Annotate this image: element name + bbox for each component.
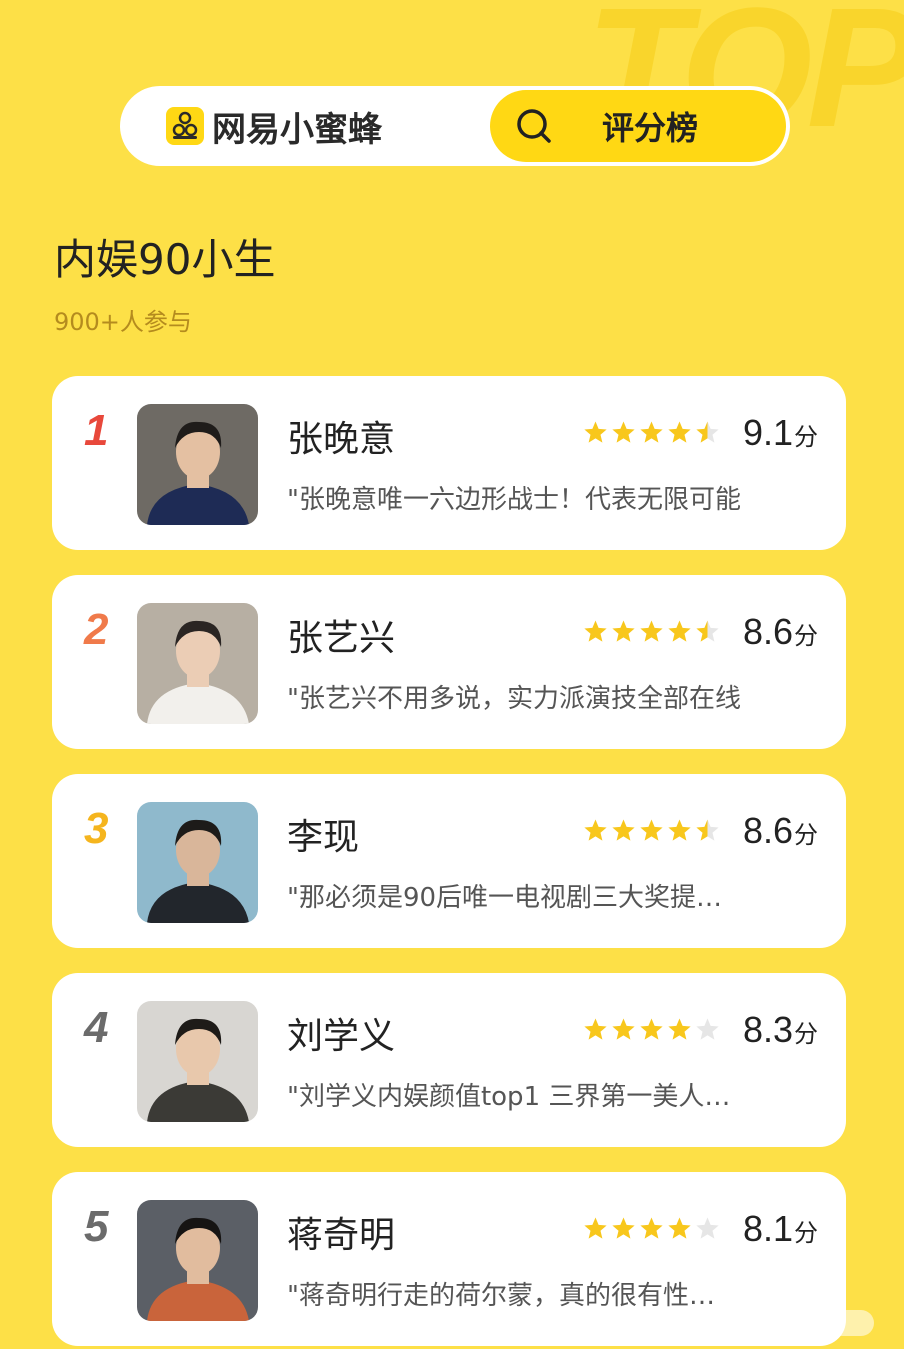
star-rating: [583, 619, 720, 644]
page-title: 内娱90小生: [54, 235, 276, 284]
participant-count: 900+人参与: [54, 308, 192, 336]
rating-list-button[interactable]: 评分榜: [490, 90, 786, 162]
star-icon: [612, 421, 635, 443]
star-rating: [583, 818, 720, 843]
celebrity-name: 张艺兴: [287, 618, 396, 659]
review-quote: "蒋奇明行走的荷尔蒙，真的很有性…: [287, 1281, 715, 1311]
score: 8.6 分: [743, 810, 818, 852]
score-value: 8.6: [742, 611, 793, 652]
celebrity-name: 张晚意: [287, 419, 396, 460]
star-icon: [640, 1217, 663, 1239]
star-icon: [584, 819, 607, 841]
star-icon: [696, 1217, 719, 1239]
score: 8.6 分: [743, 611, 818, 653]
score-unit: 分: [794, 1020, 818, 1048]
star-icon: [612, 1018, 635, 1040]
score-unit: 分: [794, 1219, 818, 1247]
score-value: 8.6: [742, 810, 793, 851]
star-icon: [668, 421, 691, 443]
brand-name: 网易小蜜蜂: [212, 109, 382, 150]
star-icon: [612, 620, 635, 642]
celebrity-name: 刘学义: [287, 1016, 396, 1057]
ranking-card[interactable]: 4 刘学义 8.3 分 "刘学义内娱颜值top1 三界第一美人…: [52, 973, 846, 1147]
avatar: [137, 802, 258, 923]
ranking-card[interactable]: 2 张艺兴 8.6 分 "张艺兴不用多说，实力派演技全部在线: [52, 575, 846, 749]
review-quote: "刘学义内娱颜值top1 三界第一美人…: [287, 1082, 731, 1112]
rating-list-label: 评分榜: [602, 109, 699, 147]
bee-logo-icon: [166, 107, 204, 145]
star-icon: [640, 421, 663, 443]
score: 9.1 分: [743, 412, 818, 454]
score-value: 9.1: [742, 412, 793, 453]
avatar: [137, 404, 258, 525]
star-rating: [583, 1216, 720, 1241]
star-icon: [640, 819, 663, 841]
star-icon: [668, 819, 691, 841]
star-icon: [668, 1018, 691, 1040]
review-quote: "那必须是90后唯一电视剧三大奖提…: [287, 883, 723, 913]
score-unit: 分: [794, 423, 818, 451]
score-unit: 分: [794, 821, 818, 849]
star-rating: [583, 1017, 720, 1042]
avatar: [137, 603, 258, 724]
brand[interactable]: 网易小蜜蜂: [166, 86, 382, 166]
review-quote: "张艺兴不用多说，实力派演技全部在线: [287, 684, 741, 714]
score: 8.1 分: [743, 1208, 818, 1250]
score-value: 8.3: [742, 1009, 793, 1050]
avatar: [137, 1200, 258, 1321]
avatar: [137, 1001, 258, 1122]
ranking-card[interactable]: 3 李现 8.6 分 "那必须是90后唯一电视剧三大奖提…: [52, 774, 846, 948]
search-icon: [517, 109, 551, 143]
celebrity-name: 蒋奇明: [287, 1215, 396, 1256]
score-unit: 分: [794, 622, 818, 650]
ranking-card[interactable]: 1 张晚意 9.1 分 "张晚意唯一六边形战士！代表无限可能: [52, 376, 846, 550]
star-icon: [584, 421, 607, 443]
rank-number: 1: [84, 406, 109, 455]
review-quote: "张晚意唯一六边形战士！代表无限可能: [287, 485, 741, 515]
score-value: 8.1: [742, 1208, 793, 1249]
rank-number: 5: [84, 1202, 109, 1251]
star-icon: [584, 620, 607, 642]
rank-number: 4: [84, 1003, 109, 1052]
ranking-card[interactable]: 5 蒋奇明 8.1 分 "蒋奇明行走的荷尔蒙，真的很有性…: [52, 1172, 846, 1346]
score: 8.3 分: [743, 1009, 818, 1051]
star-rating: [583, 420, 720, 445]
watermark: [818, 1310, 874, 1336]
celebrity-name: 李现: [287, 817, 360, 858]
star-icon: [584, 1018, 607, 1040]
header-bar: 网易小蜜蜂 评分榜: [120, 86, 790, 166]
star-icon: [696, 1018, 719, 1040]
star-icon: [696, 620, 719, 642]
star-icon: [612, 1217, 635, 1239]
star-icon: [668, 1217, 691, 1239]
star-icon: [696, 421, 719, 443]
star-icon: [612, 819, 635, 841]
star-icon: [640, 620, 663, 642]
star-icon: [668, 620, 691, 642]
star-icon: [640, 1018, 663, 1040]
rank-number: 3: [84, 804, 109, 853]
star-icon: [696, 819, 719, 841]
rank-number: 2: [84, 605, 109, 654]
star-icon: [584, 1217, 607, 1239]
